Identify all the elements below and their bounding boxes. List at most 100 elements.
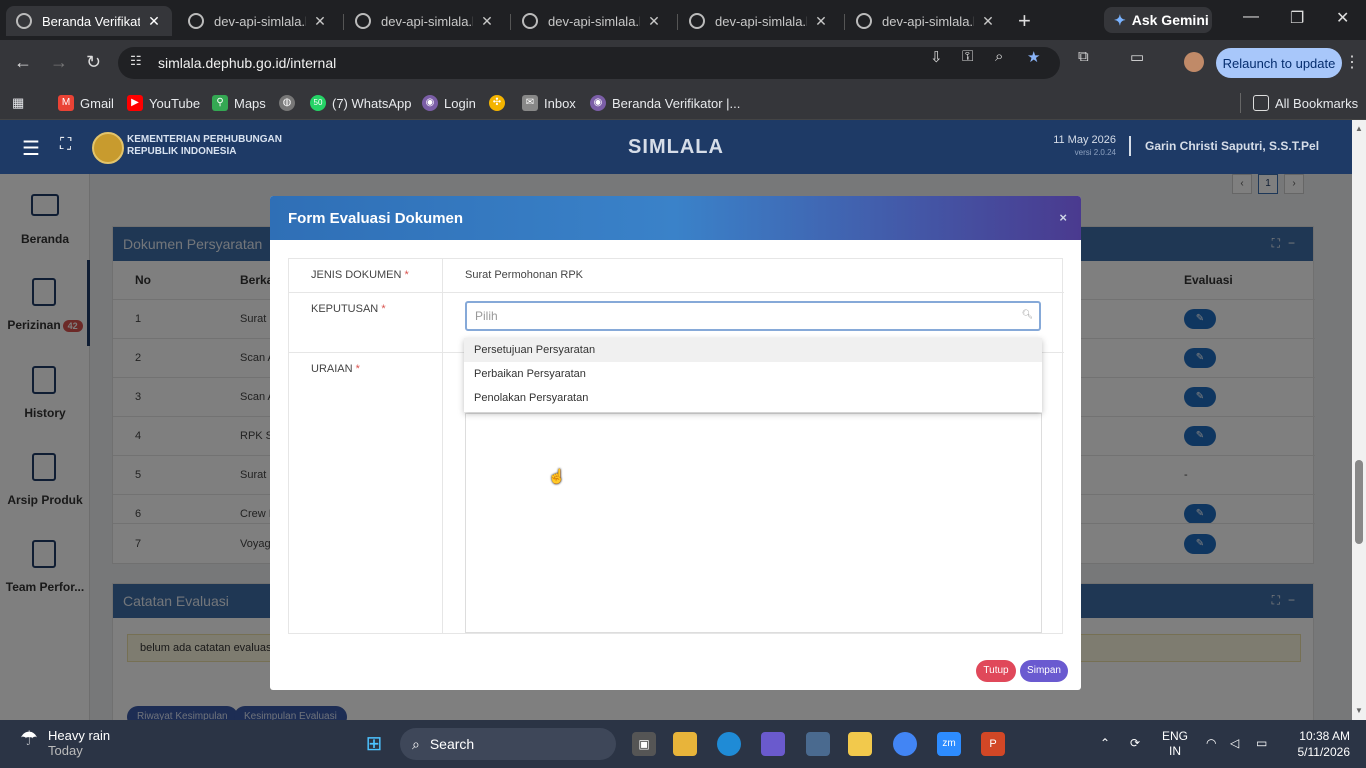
maximize-button[interactable]: ❐ xyxy=(1290,8,1304,28)
option-perbaikan[interactable]: Perbaikan Persyaratan xyxy=(464,362,1042,386)
sync-icon[interactable]: ⟳ xyxy=(1130,736,1140,750)
powerpoint-icon[interactable]: P xyxy=(981,732,1005,756)
taskbar-search[interactable]: ⌕ Search xyxy=(400,728,616,760)
tab-title: dev-api-simlala.ke xyxy=(715,13,807,29)
all-bookmarks-label: All Bookmarks xyxy=(1275,95,1359,111)
tab-dev-api-5[interactable]: dev-api-simlala.ke ✕ xyxy=(846,6,1006,36)
close-window-button[interactable]: ✕ xyxy=(1336,8,1349,28)
site-info-icon[interactable]: ☷ xyxy=(130,53,150,73)
scroll-thumb[interactable] xyxy=(1355,460,1363,544)
windows-start-icon[interactable]: ⊞ xyxy=(362,732,386,756)
app-header: ☰ ⛶ KEMENTERIAN PERHUBUNGAN REPUBLIK IND… xyxy=(0,120,1352,174)
new-tab-button[interactable]: + xyxy=(1018,8,1031,34)
bookmark-globe[interactable]: ◍ xyxy=(279,93,301,113)
bookmark-beranda[interactable]: ◉ Beranda Verifikator |... xyxy=(590,93,740,113)
close-tab-icon[interactable]: ✕ xyxy=(479,13,495,30)
globe-icon: ◍ xyxy=(279,95,295,111)
required-mark: * xyxy=(404,269,409,281)
uraian-textarea[interactable] xyxy=(465,413,1042,633)
chrome-icon[interactable] xyxy=(893,732,917,756)
tab-beranda[interactable]: Beranda Verifikato ✕ xyxy=(6,6,172,36)
all-bookmarks[interactable]: All Bookmarks xyxy=(1240,93,1358,113)
ask-gemini-label: Ask Gemini xyxy=(1131,12,1209,28)
address-bar[interactable]: ☷ simlala.dephub.go.id/internal xyxy=(118,47,1060,79)
folder-icon xyxy=(1253,95,1269,111)
tab-separator xyxy=(844,14,845,30)
relaunch-button[interactable]: Relaunch to update xyxy=(1216,48,1342,78)
menu-kebab-icon[interactable]: ⋮ xyxy=(1344,52,1360,72)
battery-icon[interactable]: ▭ xyxy=(1256,736,1267,750)
language-indicator[interactable]: ENG IN xyxy=(1162,729,1188,759)
wifi-icon[interactable]: ◠ xyxy=(1206,736,1216,750)
bookmark-label: Inbox xyxy=(544,95,576,111)
camera-icon[interactable] xyxy=(806,732,830,756)
app-icon[interactable] xyxy=(761,732,785,756)
scroll-down-icon[interactable]: ▼ xyxy=(1355,706,1363,715)
tutup-button[interactable]: Tutup xyxy=(976,660,1016,682)
bookmark-login[interactable]: ◉ Login xyxy=(422,93,476,113)
apps-grid-icon[interactable]: ▦ xyxy=(12,93,24,113)
url-text: simlala.dephub.go.id/internal xyxy=(158,55,337,71)
system-clock[interactable]: 10:38 AM 5/11/2026 xyxy=(1290,728,1351,760)
close-icon[interactable]: × xyxy=(1059,210,1067,225)
install-app-icon[interactable]: ⇩ xyxy=(930,48,943,66)
app-version: versi 2.0.24 xyxy=(1074,148,1116,157)
close-tab-icon[interactable]: ✕ xyxy=(646,13,662,30)
simpan-button[interactable]: Simpan xyxy=(1020,660,1068,682)
user-name[interactable]: Garin Christi Saputri, S.S.T.Pel xyxy=(1145,139,1319,153)
option-persetujuan[interactable]: Persetujuan Persyaratan xyxy=(464,338,1042,362)
cast-icon[interactable]: ▭ xyxy=(1130,48,1144,66)
bookmark-inbox[interactable]: ✉ Inbox xyxy=(522,93,576,113)
required-mark: * xyxy=(381,303,386,315)
forward-button[interactable]: → xyxy=(50,52,68,73)
file-explorer-icon[interactable] xyxy=(673,732,697,756)
mouse-cursor-icon: ☝ xyxy=(548,468,566,484)
lang-secondary: IN xyxy=(1169,744,1181,758)
bookmark-label: Beranda Verifikator |... xyxy=(612,95,741,111)
close-tab-icon[interactable]: ✕ xyxy=(980,13,996,30)
form-evaluasi-modal: Form Evaluasi Dokumen × JENIS DOKUMEN * … xyxy=(270,196,1081,690)
tab-dev-api-1[interactable]: dev-api-simlala.ke ✕ xyxy=(178,6,338,36)
zoom-app-icon[interactable]: zm xyxy=(937,732,961,756)
jenis-dokumen-value: Surat Permohonan RPK xyxy=(465,269,584,281)
ask-gemini-button[interactable]: ✦ Ask Gemini xyxy=(1104,7,1212,33)
weather-condition: Heavy rain xyxy=(48,728,111,743)
scroll-up-icon[interactable]: ▲ xyxy=(1355,124,1363,133)
tab-dev-api-3[interactable]: dev-api-simlala.ke ✕ xyxy=(512,6,672,36)
bookmark-whatsapp[interactable]: 50 (7) WhatsApp xyxy=(310,93,411,113)
tab-dev-api-2[interactable]: dev-api-simlala.ke ✕ xyxy=(345,6,505,36)
back-button[interactable]: ← xyxy=(14,52,32,73)
password-key-icon[interactable]: ⚿ xyxy=(962,48,973,65)
keputusan-select[interactable]: Pilih 🔍︎ xyxy=(465,301,1041,331)
bookmark-star-icon[interactable]: ★ xyxy=(1027,48,1040,66)
edge-icon[interactable] xyxy=(717,732,741,756)
tray-chevron-icon[interactable]: ⌃ xyxy=(1100,736,1110,750)
close-tab-icon[interactable]: ✕ xyxy=(813,13,829,30)
sticky-notes-icon[interactable] xyxy=(848,732,872,756)
emblem-icon: ◉ xyxy=(422,95,438,111)
bookmark-label: Maps xyxy=(234,95,266,111)
bookmark-gmail[interactable]: M Gmail xyxy=(58,93,114,113)
option-penolakan[interactable]: Penolakan Persyaratan xyxy=(464,386,1042,410)
pinwheel-icon: ✣ xyxy=(489,95,505,111)
close-tab-icon[interactable]: ✕ xyxy=(146,13,162,30)
bookmark-pinwheel[interactable]: ✣ xyxy=(489,93,511,113)
bookmark-youtube[interactable]: ▶ YouTube xyxy=(127,93,200,113)
minimize-button[interactable]: — xyxy=(1243,8,1259,26)
bookmark-label: (7) WhatsApp xyxy=(332,95,412,111)
close-tab-icon[interactable]: ✕ xyxy=(312,13,328,30)
maps-pin-icon: ⚲ xyxy=(212,95,228,111)
bookmark-maps[interactable]: ⚲ Maps xyxy=(212,93,266,113)
volume-icon[interactable]: ◁ xyxy=(1230,736,1239,750)
task-view-icon[interactable]: ▣ xyxy=(632,732,656,756)
youtube-icon: ▶ xyxy=(127,95,143,111)
tab-title: dev-api-simlala.ke xyxy=(548,13,640,29)
zoom-icon[interactable]: ⌕ xyxy=(995,48,1003,65)
label-text: URAIAN xyxy=(311,363,353,375)
profile-avatar[interactable] xyxy=(1184,52,1204,72)
tab-title: dev-api-simlala.ke xyxy=(214,13,306,29)
reload-button[interactable]: ↻ xyxy=(86,52,101,73)
page-scrollbar[interactable]: ▲ ▼ xyxy=(1352,120,1366,720)
tab-dev-api-4[interactable]: dev-api-simlala.ke ✕ xyxy=(679,6,839,36)
extensions-icon[interactable]: ⧉ xyxy=(1078,48,1089,65)
